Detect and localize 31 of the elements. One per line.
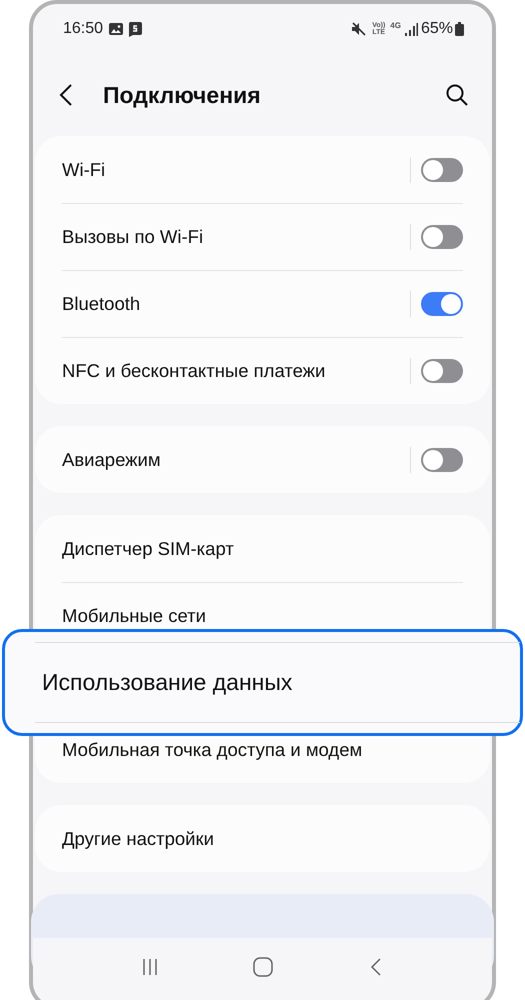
message-icon <box>128 22 142 36</box>
settings-item[interactable]: Диспетчер SIM-карт <box>62 534 234 562</box>
signal-icon <box>404 22 418 36</box>
setting-label[interactable]: Авиарежим <box>62 446 410 474</box>
setting-label[interactable]: Bluetooth <box>62 290 410 318</box>
toggle-switch[interactable] <box>421 225 463 249</box>
mute-icon <box>351 22 366 36</box>
settings-item[interactable]: Использование данных <box>2 629 523 736</box>
settings-item[interactable]: Мобильные сети <box>62 602 206 630</box>
toggle-switch[interactable] <box>421 448 463 472</box>
settings-item[interactable]: Другие настройки <box>62 824 214 852</box>
battery-percent: 65% <box>420 19 453 39</box>
back-icon <box>370 958 382 976</box>
image-icon <box>109 22 124 36</box>
settings-item[interactable]: Мобильная точка доступа и модем <box>62 736 362 764</box>
toggle-switch[interactable] <box>421 158 463 182</box>
recent-apps-icon <box>140 959 158 975</box>
toggle-switch[interactable] <box>421 359 463 383</box>
setting-label[interactable]: Вызовы по Wi-Fi <box>62 223 410 251</box>
page-title: Подключения <box>103 80 261 110</box>
home-icon <box>252 957 272 977</box>
toggle-switch[interactable] <box>421 292 463 316</box>
setting-label[interactable]: NFC и бесконтактные платежи <box>62 357 410 385</box>
back-icon <box>59 83 73 107</box>
search-button[interactable] <box>444 82 470 108</box>
battery-icon <box>455 22 464 36</box>
search-icon <box>446 84 468 106</box>
status-time: 16:50 <box>63 19 104 39</box>
network-type: 4G <box>390 22 401 30</box>
setting-label[interactable]: Wi-Fi <box>62 156 410 184</box>
home-button[interactable] <box>250 955 274 979</box>
